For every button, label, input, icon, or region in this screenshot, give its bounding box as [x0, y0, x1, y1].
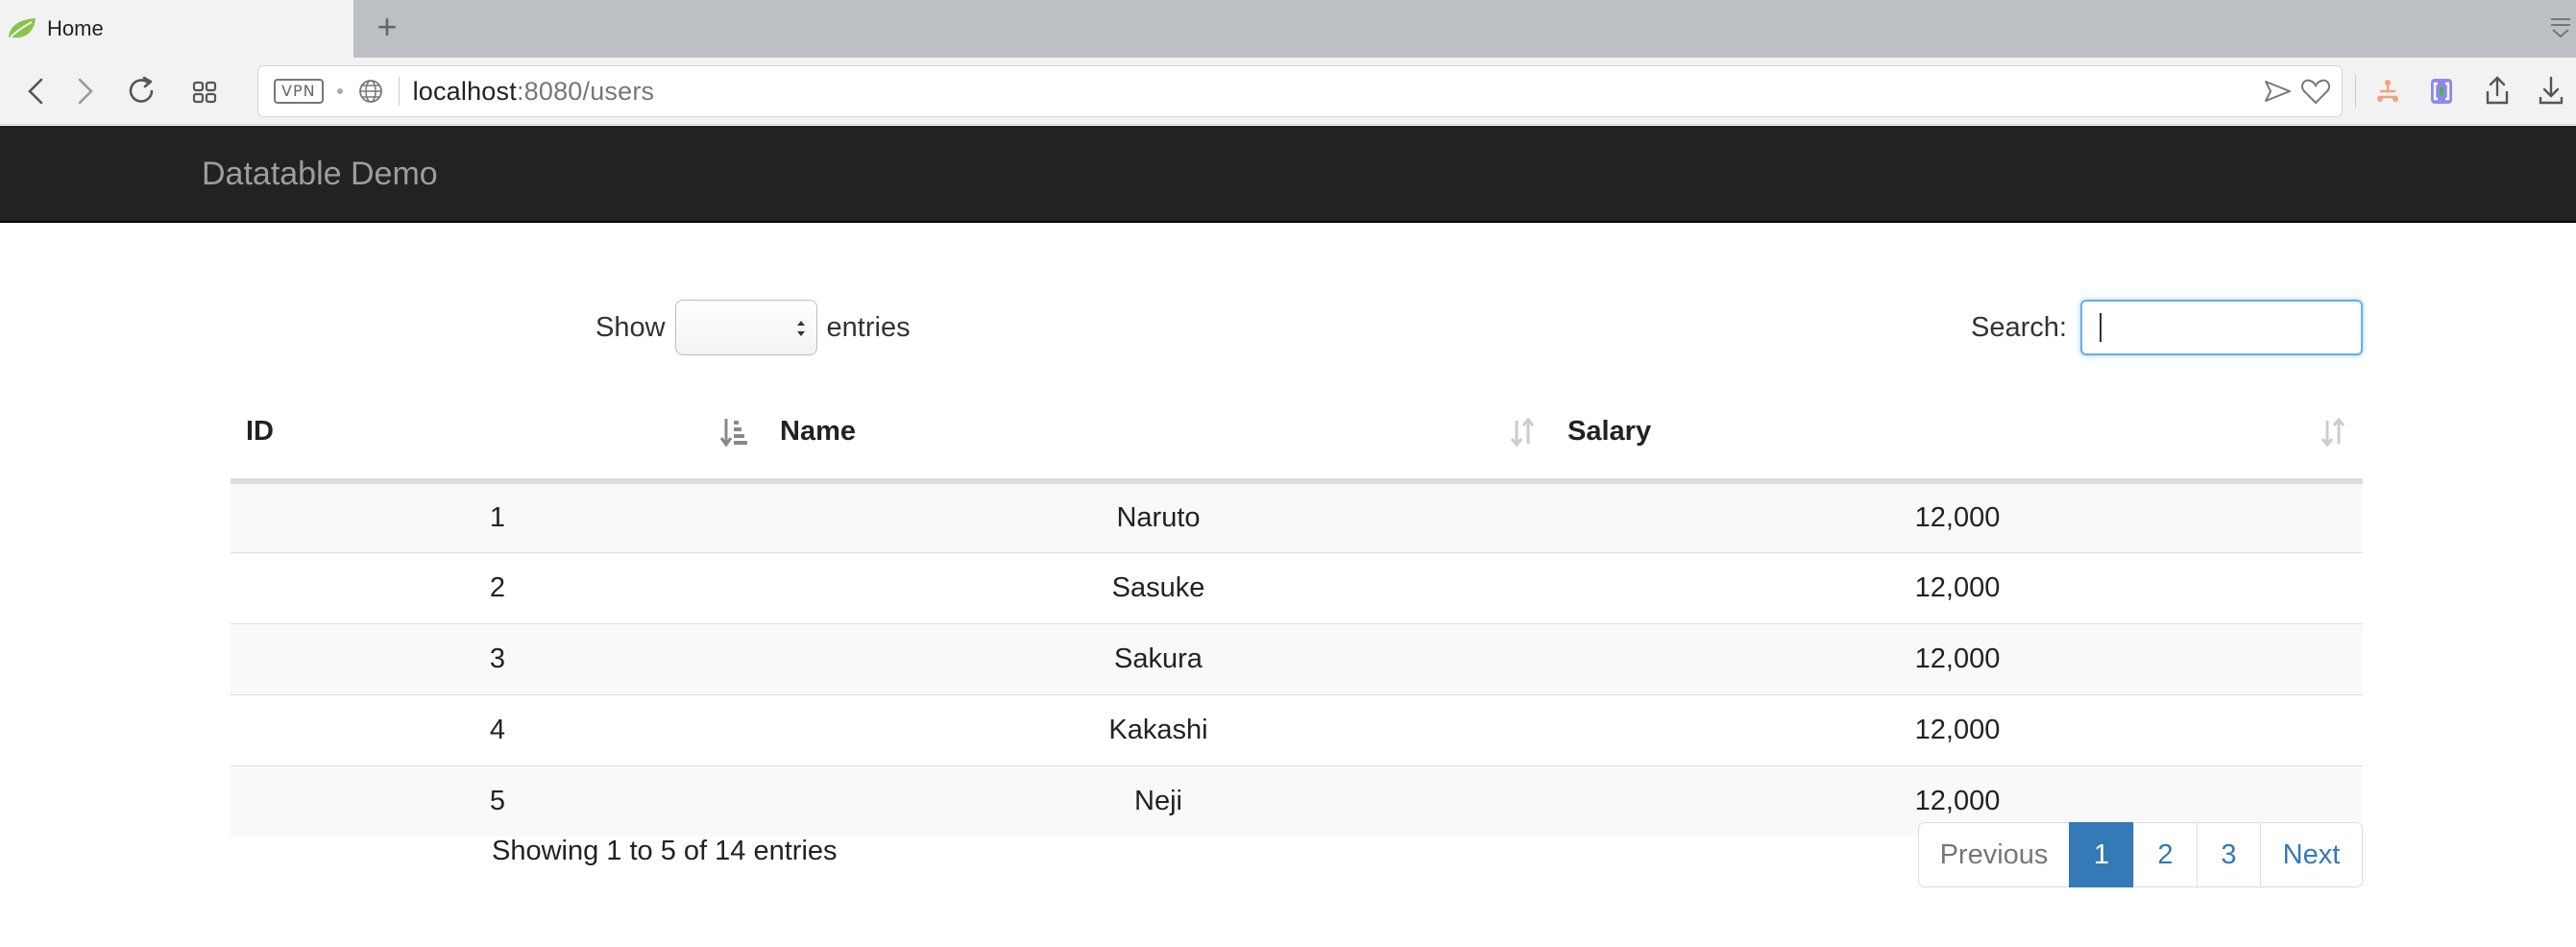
url-text[interactable]: localhost:8080/users — [413, 77, 655, 107]
navbar-brand[interactable]: Datatable Demo — [202, 155, 438, 193]
select-arrows-icon — [796, 321, 805, 336]
column-label: Salary — [1567, 415, 1652, 447]
cell-name: Neji — [765, 765, 1552, 837]
page-button-1[interactable]: 1 — [2069, 822, 2134, 887]
cell-name: Sakura — [765, 622, 1552, 694]
previous-button[interactable]: Previous — [1918, 822, 2070, 887]
cell-salary: 12,000 — [1552, 622, 2363, 694]
table-row[interactable]: 4 Kakashi 12,000 — [231, 693, 2363, 765]
bracket-icon[interactable] — [2422, 72, 2461, 110]
table-header-row: ID Name Salary — [231, 384, 2363, 484]
column-label: Name — [780, 415, 856, 447]
next-button[interactable]: Next — [2260, 822, 2363, 887]
tab-menu-icon[interactable] — [2545, 12, 2576, 42]
cell-id: 3 — [231, 622, 765, 694]
cell-salary: 12,000 — [1552, 481, 2363, 552]
length-label-entries: entries — [826, 311, 911, 343]
cell-id: 5 — [231, 765, 765, 837]
page-navbar: Datatable Demo — [0, 126, 2576, 223]
page-length-control: Show entries — [595, 300, 911, 355]
share-icon[interactable] — [2478, 72, 2516, 110]
send-icon[interactable] — [2261, 75, 2294, 108]
column-header-id[interactable]: ID — [231, 384, 765, 484]
url-dot — [336, 88, 343, 94]
address-bar[interactable]: VPN localhost:8080/users — [257, 65, 2343, 117]
pagination: Previous 1 2 3 Next — [1918, 822, 2363, 887]
grid-icon[interactable] — [185, 72, 224, 110]
globe-icon[interactable] — [356, 77, 385, 106]
cell-salary: 12,000 — [1552, 693, 2363, 765]
cell-salary: 12,000 — [1552, 551, 2363, 623]
column-label: ID — [246, 415, 274, 447]
page-length-select[interactable] — [674, 300, 817, 355]
browser-tab[interactable]: Home — [0, 0, 353, 58]
new-tab-button[interactable]: + — [370, 10, 404, 44]
table-row[interactable]: 2 Sasuke 12,000 — [231, 551, 2363, 623]
length-label-show: Show — [595, 311, 666, 343]
sort-both-icon — [1510, 417, 1535, 448]
url-separator — [398, 77, 400, 106]
search-label: Search: — [1971, 311, 2067, 343]
cell-id: 2 — [231, 551, 765, 623]
cell-id: 4 — [231, 693, 765, 765]
cell-name: Naruto — [765, 481, 1552, 552]
heart-icon[interactable] — [2299, 75, 2332, 108]
page-button-3[interactable]: 3 — [2197, 822, 2261, 887]
browser-toolbar: VPN localhost:8080/users — [0, 58, 2576, 125]
search-control: Search: — [1971, 300, 2363, 355]
cell-id: 1 — [231, 481, 765, 552]
vpn-badge[interactable]: VPN — [274, 79, 324, 104]
url-actions — [2261, 75, 2332, 108]
spring-leaf-icon — [9, 18, 36, 39]
text-cursor — [2100, 313, 2102, 342]
forward-icon[interactable] — [65, 72, 104, 110]
toolbar-separator — [2355, 75, 2356, 108]
download-icon[interactable] — [2532, 72, 2570, 110]
page-button-2[interactable]: 2 — [2133, 822, 2198, 887]
cell-name: Sasuke — [765, 551, 1552, 623]
tab-title: Home — [47, 16, 104, 40]
users-table: ID Name Salary 1 Naruto 12,000 2 Sasuke … — [231, 384, 2363, 837]
back-icon[interactable] — [17, 72, 56, 110]
search-input[interactable] — [2080, 300, 2363, 355]
reload-icon[interactable] — [123, 72, 161, 110]
extension-icon[interactable] — [2369, 72, 2407, 110]
url-host: localhost — [412, 76, 517, 106]
column-header-salary[interactable]: Salary — [1552, 384, 2363, 484]
table-row[interactable]: 1 Naruto 12,000 — [231, 481, 2363, 552]
table-row[interactable]: 3 Sakura 12,000 — [231, 622, 2363, 694]
sort-both-icon — [2321, 417, 2345, 448]
table-info: Showing 1 to 5 of 14 entries — [492, 836, 838, 866]
column-header-name[interactable]: Name — [765, 384, 1552, 484]
cell-name: Kakashi — [765, 693, 1552, 765]
tab-strip: Home + — [0, 0, 2576, 58]
url-path: :8080/users — [516, 76, 655, 106]
sort-asc-icon — [720, 419, 747, 448]
